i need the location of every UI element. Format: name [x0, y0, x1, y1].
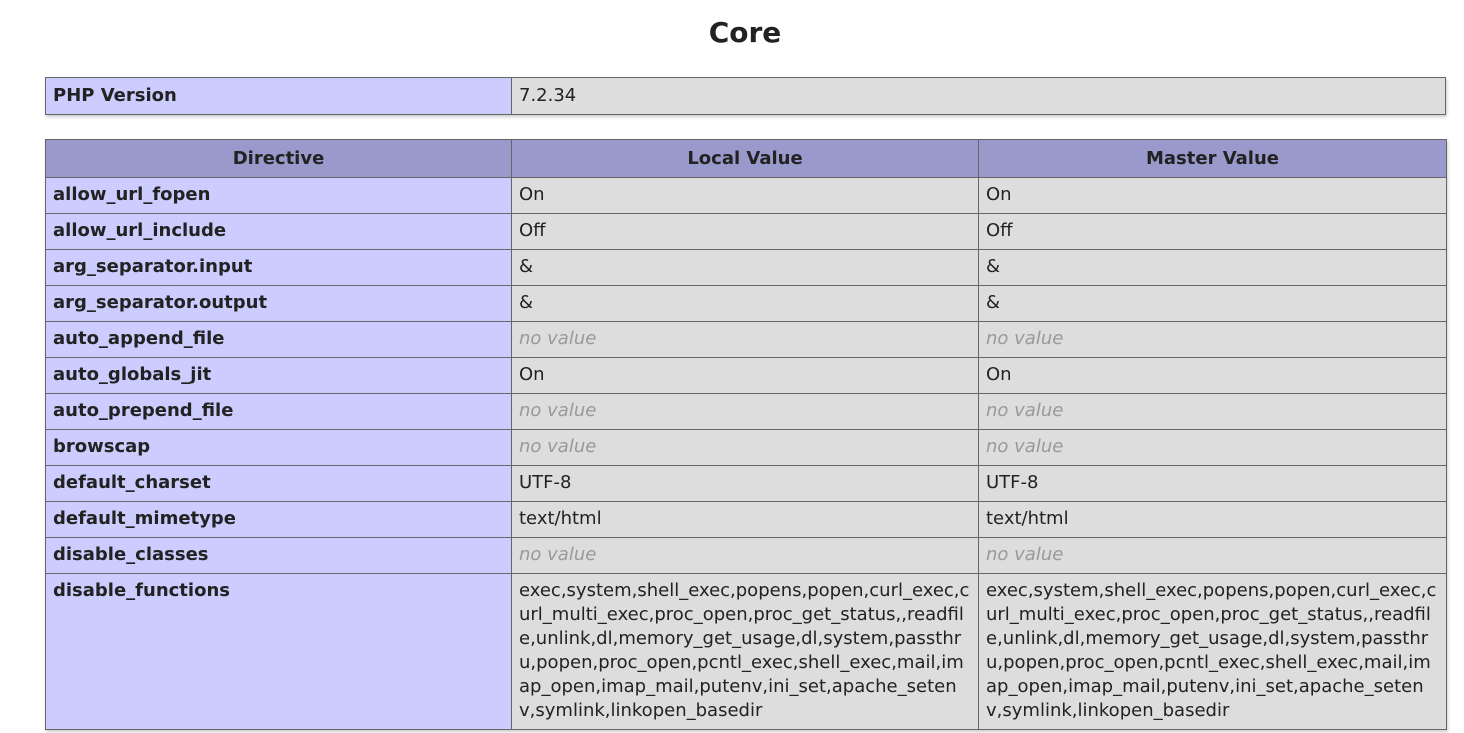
local-value: exec,system,shell_exec,popens,popen,curl…	[511, 573, 979, 730]
directive-table: Directive Local Value Master Value allow…	[45, 139, 1447, 730]
directive-name: arg_separator.output	[45, 285, 512, 322]
table-row: auto_prepend_file no value no value	[45, 393, 1447, 430]
no-value-text: no value	[986, 436, 1064, 457]
directive-name: disable_functions	[45, 573, 512, 730]
local-value: no value	[511, 537, 979, 574]
directive-name: allow_url_fopen	[45, 177, 512, 214]
php-version-value: 7.2.34	[511, 77, 1446, 115]
directive-name: arg_separator.input	[45, 249, 512, 286]
local-value: Off	[511, 213, 979, 250]
directive-rows: allow_url_fopen On On allow_url_include Off O…	[45, 177, 1447, 730]
master-value: exec,system,shell_exec,popens,popen,curl…	[978, 573, 1447, 730]
table-row: default_charset UTF-8 UTF-8	[45, 465, 1447, 502]
php-version-row: PHP Version 7.2.34	[45, 77, 1446, 115]
section-title: Core	[708, 16, 782, 49]
table-row: browscap no value no value	[45, 429, 1447, 466]
column-header-directive: Directive	[45, 139, 512, 178]
master-value: no value	[978, 393, 1447, 430]
master-value: &	[978, 285, 1447, 322]
php-version-table: PHP Version 7.2.34	[45, 77, 1446, 115]
local-value: no value	[511, 393, 979, 430]
no-value-text: no value	[986, 400, 1064, 421]
table-row: arg_separator.input & &	[45, 249, 1447, 286]
directive-name: default_mimetype	[45, 501, 512, 538]
no-value-text: no value	[519, 544, 597, 565]
directive-name: auto_prepend_file	[45, 393, 512, 430]
no-value-text: no value	[519, 328, 597, 349]
master-value: no value	[978, 321, 1447, 358]
directive-name: auto_append_file	[45, 321, 512, 358]
local-value: On	[511, 357, 979, 394]
table-row: disable_classes no value no value	[45, 537, 1447, 574]
table-header-row: Directive Local Value Master Value	[45, 139, 1447, 178]
master-value: no value	[978, 429, 1447, 466]
master-value: no value	[978, 537, 1447, 574]
master-value: On	[978, 177, 1447, 214]
local-value: On	[511, 177, 979, 214]
table-row: allow_url_include Off Off	[45, 213, 1447, 250]
local-value: no value	[511, 321, 979, 358]
directive-name: auto_globals_jit	[45, 357, 512, 394]
no-value-text: no value	[986, 328, 1064, 349]
no-value-text: no value	[519, 400, 597, 421]
local-value: &	[511, 249, 979, 286]
local-value: &	[511, 285, 979, 322]
table-row: default_mimetype text/html text/html	[45, 501, 1447, 538]
master-value: Off	[978, 213, 1447, 250]
no-value-text: no value	[519, 436, 597, 457]
table-row: auto_globals_jit On On	[45, 357, 1447, 394]
column-header-local-value: Local Value	[511, 139, 979, 178]
directive-name: browscap	[45, 429, 512, 466]
table-row: disable_functions exec,system,shell_exec,…	[45, 573, 1447, 730]
table-row: arg_separator.output & &	[45, 285, 1447, 322]
php-version-label: PHP Version	[45, 77, 512, 115]
directive-name: allow_url_include	[45, 213, 512, 250]
master-value: UTF-8	[978, 465, 1447, 502]
local-value: UTF-8	[511, 465, 979, 502]
directive-name: default_charset	[45, 465, 512, 502]
local-value: text/html	[511, 501, 979, 538]
table-row: auto_append_file no value no value	[45, 321, 1447, 358]
table-row: allow_url_fopen On On	[45, 177, 1447, 214]
directive-name: disable_classes	[45, 537, 512, 574]
master-value: &	[978, 249, 1447, 286]
column-header-master-value: Master Value	[978, 139, 1447, 178]
no-value-text: no value	[986, 544, 1064, 565]
local-value: no value	[511, 429, 979, 466]
master-value: text/html	[978, 501, 1447, 538]
master-value: On	[978, 357, 1447, 394]
